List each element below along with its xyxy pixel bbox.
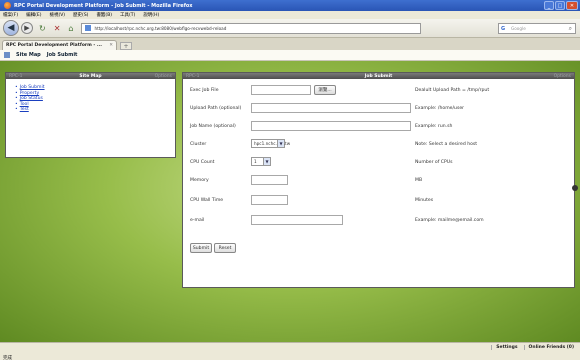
forward-arrow-icon: ▶ [24,24,30,32]
status-bar-widgets: Settings Online Friends (0) [491,345,574,350]
menu-tools[interactable]: 工具(T) [120,12,135,18]
field-label: Job Name (optional) [190,124,236,129]
field-note: MB [415,178,423,183]
site-map-title: Site Map [79,73,102,79]
tab-rpc-portal[interactable]: RPC Portal Development Platform - ... ✕ [2,40,117,50]
menu-file[interactable]: 檔案(F) [3,12,18,18]
portal-nav-bar: Site Map Job Submit [0,50,580,61]
job-submit-portlet: RPC-1 Job Submit Options Exec Job File 瀏… [182,72,575,288]
search-icon[interactable]: ⌕ [569,25,572,33]
site-map-link[interactable]: RPC-1 [9,74,22,79]
form-row-job-name: Job Name (optional) Example: run.sh [183,121,574,133]
field-label: e-mail [190,218,205,223]
exec-job-file-input[interactable] [251,85,311,95]
cpu-wall-time-input[interactable] [251,195,288,205]
tab-close-icon[interactable]: ✕ [109,43,113,48]
navigation-toolbar: ◀ ▶ ↻ ✕ ⌂ http://localhost/rpc.nchc.org.… [0,19,580,38]
sitemap-item-test[interactable]: Test [15,107,175,113]
cluster-select[interactable]: hpc1.nchc.org.tw ▼ [251,139,290,148]
field-label: CPU Count [190,160,215,165]
nav-job-submit[interactable]: Job Submit [47,52,78,58]
form-row-exec-job-file: Exec Job File 瀏覽... Dealult Upload Path … [183,85,574,97]
form-row-cluster: Cluster hpc1.nchc.org.tw ▼ Note: Select … [183,139,574,151]
field-note: Example: mailme@email.com [415,218,484,223]
job-submit-options[interactable]: Options [554,74,571,79]
close-window-button[interactable]: ✕ [566,1,578,10]
form-actions: Submit Reset [183,243,574,255]
field-label: Cluster [190,142,207,147]
menu-bar: 檔案(F) 編輯(E) 檢視(V) 歷史(S) 書籤(B) 工具(T) 說明(H… [0,11,580,19]
portal-icon [4,52,10,58]
job-name-input[interactable] [251,121,411,131]
tab-bar: RPC Portal Development Platform - ... ✕ … [0,38,580,50]
field-label: Upload Path (optional) [190,106,242,111]
online-friends-button[interactable]: Online Friends (0) [523,345,574,350]
search-input[interactable]: G Google ⌕ [498,23,576,34]
field-label: Memory [190,178,209,183]
menu-history[interactable]: 歷史(S) [73,12,88,18]
maximize-button[interactable]: □ [555,1,565,10]
submit-button[interactable]: Submit [190,243,212,253]
field-note: Note: Select a desired host [415,142,478,147]
menu-help[interactable]: 說明(H) [143,12,159,18]
nav-site-map[interactable]: Site Map [16,52,41,58]
form-row-cpu-count: CPU Count 1 ▼ Number of CPUs [183,157,574,169]
back-button[interactable]: ◀ [3,20,19,36]
site-map-list: Job Submit Property Job Status Tool Test [6,79,175,113]
form-row-cpu-wall-time: CPU Wall Time Minutes [183,195,574,207]
window-titlebar: RPC Portal Development Platform - Job Su… [0,0,580,11]
chevron-down-icon: ▼ [277,140,284,147]
form-row-email: e-mail Example: mailme@email.com [183,215,574,227]
status-text: 完成 [3,356,12,360]
cpu-count-value: 1 [254,159,257,164]
site-map-options[interactable]: Options [155,74,172,79]
site-favicon-icon [85,25,92,31]
window-controls: _ □ ✕ [544,1,578,10]
menu-bookmarks[interactable]: 書籤(B) [96,12,112,18]
field-note: Example: /home/user [415,106,465,111]
settings-button[interactable]: Settings [491,345,518,350]
cluster-value: hpc1.nchc.org.tw [254,141,291,146]
job-submit-header: RPC-1 Job Submit Options [183,73,574,79]
field-label: Exec Job File [190,88,219,93]
job-submit-link[interactable]: RPC-1 [186,74,199,79]
field-note: Number of CPUs [415,160,453,165]
scroll-edge-icon [572,185,578,191]
forward-button[interactable]: ▶ [21,22,33,34]
status-bar: Settings Online Friends (0) 完成 [0,342,580,360]
field-note: Dealult Upload Path = /tmp/rput [415,88,490,93]
field-note: Example: run.sh [415,124,453,129]
cpu-count-select[interactable]: 1 ▼ [251,157,271,166]
field-label: CPU Wall Time [190,198,224,203]
site-map-portlet: RPC-1 Site Map Options Job Submit Proper… [5,72,176,158]
url-text: http://localhost/rpc.nchc.org.tw:8080/we… [94,25,227,31]
minimize-button[interactable]: _ [544,1,554,10]
email-input[interactable] [251,215,343,225]
memory-input[interactable] [251,175,288,185]
google-icon: G [501,26,506,32]
tab-label: RPC Portal Development Platform - ... [6,43,102,48]
menu-view[interactable]: 檢視(V) [49,12,65,18]
firefox-icon [4,2,11,9]
site-map-header: RPC-1 Site Map Options [6,73,175,79]
reload-icon[interactable]: ↻ [39,24,46,33]
new-tab-button[interactable]: + [120,42,132,50]
url-bar[interactable]: http://localhost/rpc.nchc.org.tw:8080/we… [81,22,422,34]
menu-edit[interactable]: 編輯(E) [26,12,41,18]
job-submit-title: Job Submit [364,73,393,79]
stop-icon[interactable]: ✕ [54,24,61,33]
reset-button[interactable]: Reset [214,243,236,253]
upload-path-input[interactable] [251,103,411,113]
portal-content: RPC-1 Site Map Options Job Submit Proper… [0,61,580,342]
chevron-down-icon: ▼ [263,158,270,165]
field-note: Minutes [415,198,434,203]
home-icon[interactable]: ⌂ [68,24,73,33]
window-title: RPC Portal Development Platform - Job Su… [14,2,193,9]
form-row-memory: Memory MB [183,175,574,187]
back-arrow-icon: ◀ [7,23,15,33]
form-row-upload-path: Upload Path (optional) Example: /home/us… [183,103,574,115]
browse-button[interactable]: 瀏覽... [314,85,336,95]
search-placeholder: Google [511,26,526,31]
